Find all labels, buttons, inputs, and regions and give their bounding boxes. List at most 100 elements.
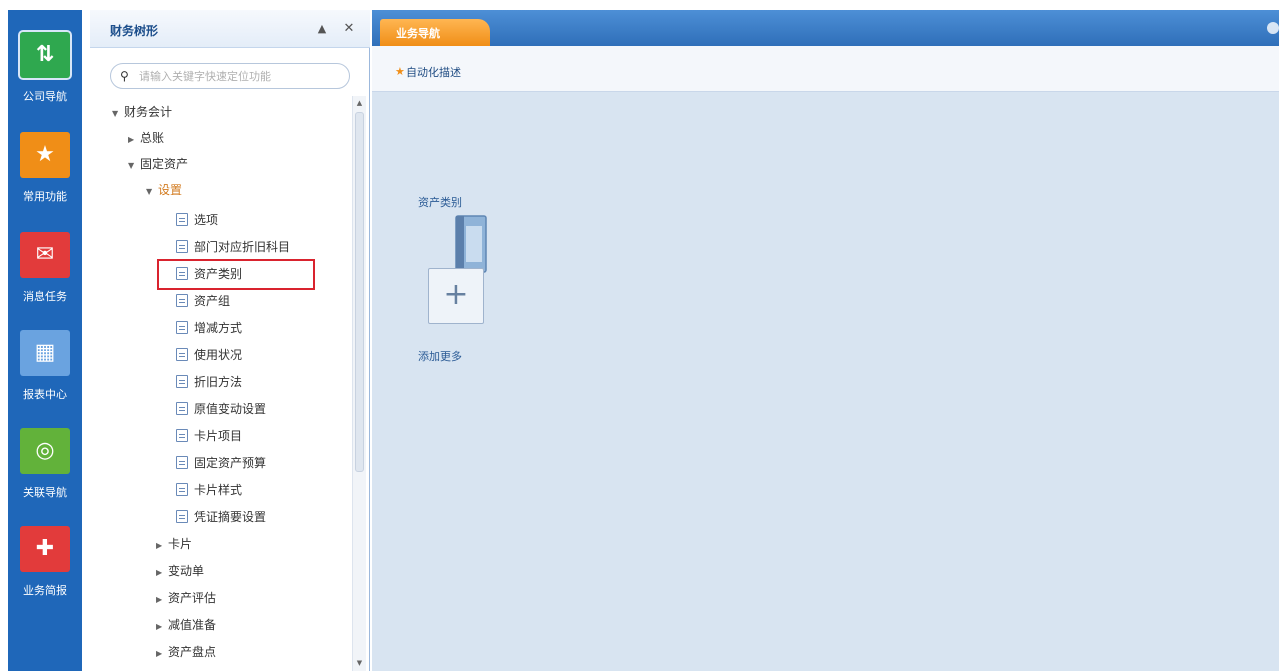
tree-node-fixed-assets[interactable]: ▼ 固定资产 [128,154,188,174]
document-icon [176,483,188,496]
rail-item-briefing[interactable]: ✚ 业务简报 [8,526,82,616]
tree-node-label: 折旧方法 [194,375,243,389]
tree-node-label: 资产组 [194,294,231,308]
tree-node-label: 固定资产预算 [194,456,267,470]
shortcut-label: 资产类别 [418,196,462,209]
document-icon [176,510,188,523]
favorite-star-icon: ★ [395,65,405,78]
tree-node-settings[interactable]: ▼ 设置 [146,180,182,200]
tree-node-label: 资产评估 [168,591,217,605]
left-nav-rail: ⇅ 公司导航 ★ 常用功能 ✉ 消息任务 ▦ 报表中心 ◎ 关联导航 ✚ 业务简… [8,10,82,671]
briefing-icon: ✚ [20,526,70,572]
tree-leaf-card-style[interactable]: 卡片样式 [176,480,242,500]
tree-node-asset-inventory[interactable]: ▶ 资产盘点 [156,642,216,662]
document-icon [176,213,188,226]
close-icon[interactable]: ✕ [342,21,356,36]
tree-node-label: 凭证摘要设置 [194,510,267,524]
tree-node-card[interactable]: ▶ 卡片 [156,534,192,554]
expand-arrow-icon[interactable]: ▼ [112,104,124,124]
tree-leaf-usage-status[interactable]: 使用状况 [176,345,242,365]
rail-item-label: 常用功能 [23,190,67,203]
rail-item-label: 报表中心 [23,388,67,401]
scrollbar-thumb[interactable] [355,112,364,472]
tree-node-general-ledger[interactable]: ▶ 总账 [128,128,164,148]
app-window: ⇅ 公司导航 ★ 常用功能 ✉ 消息任务 ▦ 报表中心 ◎ 关联导航 ✚ 业务简… [0,0,1279,671]
tree-node-label: 总账 [140,131,165,145]
tree-leaf-card-items[interactable]: 卡片项目 [176,426,242,446]
tree-panel-header: 财务树形 ▲ ✕ [90,10,370,48]
tree-node-label: 原值变动设置 [194,402,267,416]
tree-panel-title: 财务树形 [110,24,159,38]
rail-item-report-center[interactable]: ▦ 报表中心 [8,330,82,420]
rail-item-company-nav[interactable]: ⇅ 公司导航 [8,32,82,122]
tree-node-label: 使用状况 [194,348,243,362]
search-box: ⚲ [110,63,350,89]
main-content-area: 业务导航 ★ 自动化描述 资产类别 + 添加更多 [372,10,1279,671]
tree-node-label: 变动单 [168,564,205,578]
rail-item-messages[interactable]: ✉ 消息任务 [8,232,82,322]
toolbar-link[interactable]: 自动化描述 [406,64,461,80]
expand-arrow-icon[interactable]: ▶ [156,536,168,556]
search-input[interactable] [139,67,339,85]
rail-item-common-functions[interactable]: ★ 常用功能 [8,132,82,222]
tree-node-label: 部门对应折旧科目 [194,240,291,254]
tree-node-label: 卡片样式 [194,483,243,497]
expand-arrow-icon[interactable]: ▼ [146,182,158,202]
document-icon [176,321,188,334]
rail-item-related-nav[interactable]: ◎ 关联导航 [8,428,82,518]
tree-leaf-asset-group[interactable]: 资产组 [176,291,230,311]
document-icon [176,402,188,415]
expand-arrow-icon[interactable]: ▼ [128,156,140,176]
tree-node-label: 卡片 [168,537,193,551]
navigation-icon: ⇅ [20,32,70,78]
expand-arrow-icon[interactable]: ▶ [156,644,168,664]
tree-leaf-asset-category[interactable]: 资产类别 [176,264,242,284]
tree-node-label: 资产类别 [194,267,243,281]
pin-icon[interactable]: ▲ [315,22,329,36]
main-tab-bar: 业务导航 [372,10,1279,46]
tree-leaf-fixed-asset-budget[interactable]: 固定资产预算 [176,453,266,473]
tree-leaf-increase-decrease-method[interactable]: 增减方式 [176,318,242,338]
tab-business-navigation[interactable]: 业务导航 [380,19,490,46]
window-control-icon[interactable] [1267,22,1279,34]
tree-scrollbar[interactable]: ▲ ▼ [352,96,366,671]
tree-leaf-original-value-change-settings[interactable]: 原值变动设置 [176,399,266,419]
shortcut-label: 添加更多 [418,350,462,363]
scroll-down-arrow-icon[interactable]: ▼ [353,656,366,670]
tree-leaf-depreciation-method[interactable]: 折旧方法 [176,372,242,392]
tree-node-label: 减值准备 [168,618,217,632]
rail-item-label: 业务简报 [23,584,67,597]
tree-node-change-form[interactable]: ▶ 变动单 [156,561,204,581]
tree-leaf-dept-depreciation-account[interactable]: 部门对应折旧科目 [176,237,290,257]
tree-node-label: 卡片项目 [194,429,243,443]
tree-leaf-options[interactable]: 选项 [176,210,218,230]
expand-arrow-icon[interactable]: ▶ [156,563,168,583]
tree-node-label: 选项 [194,213,219,227]
asset-book-icon [455,215,487,273]
tree-node-label: 设置 [158,183,183,197]
search-icon: ⚲ [120,69,129,83]
rail-item-label: 消息任务 [23,290,67,303]
document-icon [176,348,188,361]
tree-node-label: 资产盘点 [168,645,217,659]
expand-arrow-icon[interactable]: ▶ [156,590,168,610]
function-tree: ▼ 财务会计 ▶ 总账 ▼ 固定资产 ▼ 设置 选项 部门对应折旧科目 资产类别 资产组… [90,96,350,671]
tree-node-asset-evaluation[interactable]: ▶ 资产评估 [156,588,216,608]
shortcut-asset-category[interactable]: 资产类别 [400,110,487,273]
scroll-up-arrow-icon[interactable]: ▲ [353,96,366,110]
tree-leaf-voucher-summary-settings[interactable]: 凭证摘要设置 [176,507,266,527]
report-icon: ▦ [20,330,70,376]
tree-node-label: 增减方式 [194,321,243,335]
expand-arrow-icon[interactable]: ▶ [128,130,140,150]
document-icon [176,294,188,307]
function-tree-panel: 财务树形 ▲ ✕ ⚲ ▼财务会计 ▶总账 ▼固定资产 ▼设置 选项 部门对应折旧… [90,10,370,671]
tree-node-financial-accounting[interactable]: ▼ 财务会计 [112,102,172,122]
compass-icon: ◎ [20,428,70,474]
tab-label: 业务导航 [396,27,440,40]
document-icon [176,429,188,442]
tree-node-label: 财务会计 [124,105,173,119]
add-more-button[interactable]: + 添加更多 [400,268,484,378]
expand-arrow-icon[interactable]: ▶ [156,617,168,637]
tree-node-label: 固定资产 [140,157,189,171]
tree-node-impairment-reserve[interactable]: ▶ 减值准备 [156,615,216,635]
